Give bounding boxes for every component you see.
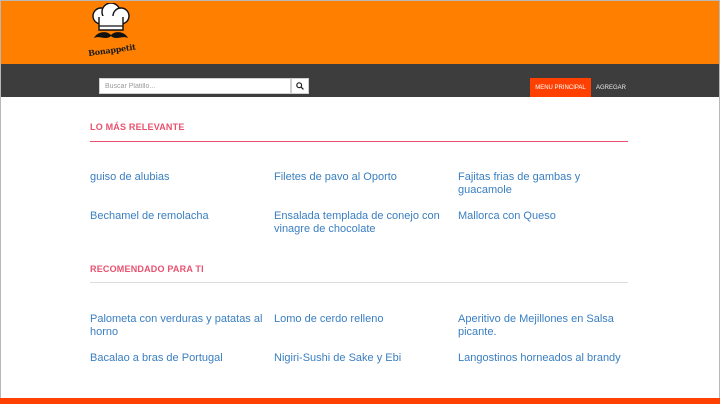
section-title-recomendado: RECOMENDADO PARA TI [90,264,204,274]
section-divider [90,282,628,283]
recipe-link[interactable]: guiso de alubias [90,171,266,184]
nav-agregar[interactable]: AGREGAR [593,78,629,97]
search-icon [296,82,304,90]
browser-viewport: Bonappetit MENU PRINCIPAL AGREGAR LO MÁS… [0,0,720,404]
recipe-link[interactable]: Ensalada templada de conejo con vinagre … [274,210,444,236]
site-logo[interactable]: Bonappetit [88,2,136,61]
recipe-link[interactable]: Lomo de cerdo relleno [274,313,450,326]
search-input[interactable] [99,78,291,94]
recipe-link[interactable]: Filetes de pavo al Oporto [274,171,450,184]
recipe-link[interactable]: Langostinos horneados al brandy [458,352,638,365]
section-divider [90,141,628,142]
search-button[interactable] [291,78,309,94]
recipe-link[interactable]: Palometa con verduras y patatas al horno [90,313,266,339]
recipe-link[interactable]: Bechamel de remolacha [90,210,266,223]
nav-bar: MENU PRINCIPAL AGREGAR [1,64,719,97]
recipe-link[interactable]: Aperitivo de Mejillones en Salsa picante… [458,313,630,339]
recipe-link[interactable]: Mallorca con Queso [458,210,634,223]
recipe-link[interactable]: Bacalao a bras de Portugal [90,352,266,365]
section-title-relevante: LO MÁS RELEVANTE [90,122,185,132]
recipe-link[interactable]: Nigiri-Sushi de Sake y Ebi [274,352,450,365]
site-header: Bonappetit [1,1,719,64]
footer-bar [0,398,720,404]
recipe-link[interactable]: Fajitas frias de gambas y guacamole [458,171,628,197]
nav-menu-principal[interactable]: MENU PRINCIPAL [530,78,591,97]
chef-hat-icon [92,2,130,38]
